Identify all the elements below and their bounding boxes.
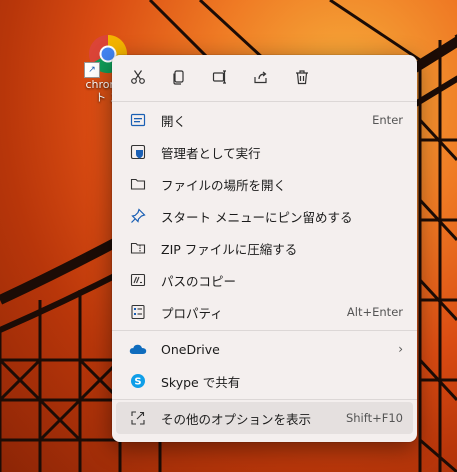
menu-item-skype-share[interactable]: S Skype で共有 <box>116 365 413 397</box>
menu-item-properties[interactable]: プロパティ Alt+Enter <box>116 296 413 328</box>
copy-path-icon <box>128 270 148 290</box>
more-options-icon <box>128 408 148 428</box>
menu-item-label: 管理者として実行 <box>161 145 261 161</box>
menu-item-label: Skype で共有 <box>161 374 241 390</box>
separator <box>112 399 417 400</box>
pin-icon <box>128 206 148 226</box>
menu-item-label: スタート メニューにピン留めする <box>161 209 353 225</box>
menu-item-copy-path[interactable]: パスのコピー <box>116 264 413 296</box>
open-icon <box>128 110 148 130</box>
share-icon <box>254 71 267 84</box>
separator <box>112 330 417 331</box>
menu-item-label: パスのコピー <box>161 273 237 289</box>
rename-button[interactable] <box>206 63 234 91</box>
admin-shield-icon <box>128 142 148 162</box>
context-menu-toolbar <box>112 55 417 99</box>
properties-icon <box>128 302 148 322</box>
svg-text:S: S <box>134 377 141 388</box>
cut-icon <box>131 70 145 84</box>
menu-item-label: OneDrive <box>161 341 220 357</box>
menu-item-label: ファイルの場所を開く <box>161 177 287 193</box>
copy-button[interactable] <box>165 63 193 91</box>
menu-item-open[interactable]: 開く Enter <box>116 104 413 136</box>
zip-folder-icon <box>128 238 148 258</box>
chevron-right-icon: › <box>398 342 403 356</box>
menu-item-label: ZIP ファイルに圧縮する <box>161 241 298 257</box>
folder-icon <box>128 174 148 194</box>
shortcut-arrow-icon: ↗ <box>84 62 100 78</box>
copy-icon <box>173 70 184 85</box>
rename-icon <box>212 70 226 84</box>
menu-item-run-as-admin[interactable]: 管理者として実行 <box>116 136 413 168</box>
delete-button[interactable] <box>288 63 316 91</box>
skype-icon: S <box>128 371 148 391</box>
menu-item-compress-zip[interactable]: ZIP ファイルに圧縮する <box>116 232 413 264</box>
menu-item-show-more-options[interactable]: その他のオプションを表示 Shift+F10 <box>116 402 413 434</box>
menu-item-label: その他のオプションを表示 <box>161 411 312 427</box>
context-menu: 開く Enter 管理者として実行 ファイルの場所を開く スタート メニューにピ… <box>112 55 417 442</box>
menu-item-label: 開く <box>161 113 187 129</box>
share-button[interactable] <box>247 63 275 91</box>
menu-item-shortcut: Enter <box>372 113 403 127</box>
menu-item-onedrive[interactable]: OneDrive › <box>116 333 413 365</box>
menu-item-pin-to-start[interactable]: スタート メニューにピン留めする <box>116 200 413 232</box>
cut-button[interactable] <box>124 63 152 91</box>
menu-item-shortcut: Alt+Enter <box>346 305 403 319</box>
menu-item-shortcut: Shift+F10 <box>345 411 403 425</box>
separator <box>112 101 417 102</box>
onedrive-icon <box>128 339 148 359</box>
delete-icon <box>296 70 308 85</box>
menu-item-label: プロパティ <box>161 305 223 321</box>
menu-item-open-file-location[interactable]: ファイルの場所を開く <box>116 168 413 200</box>
